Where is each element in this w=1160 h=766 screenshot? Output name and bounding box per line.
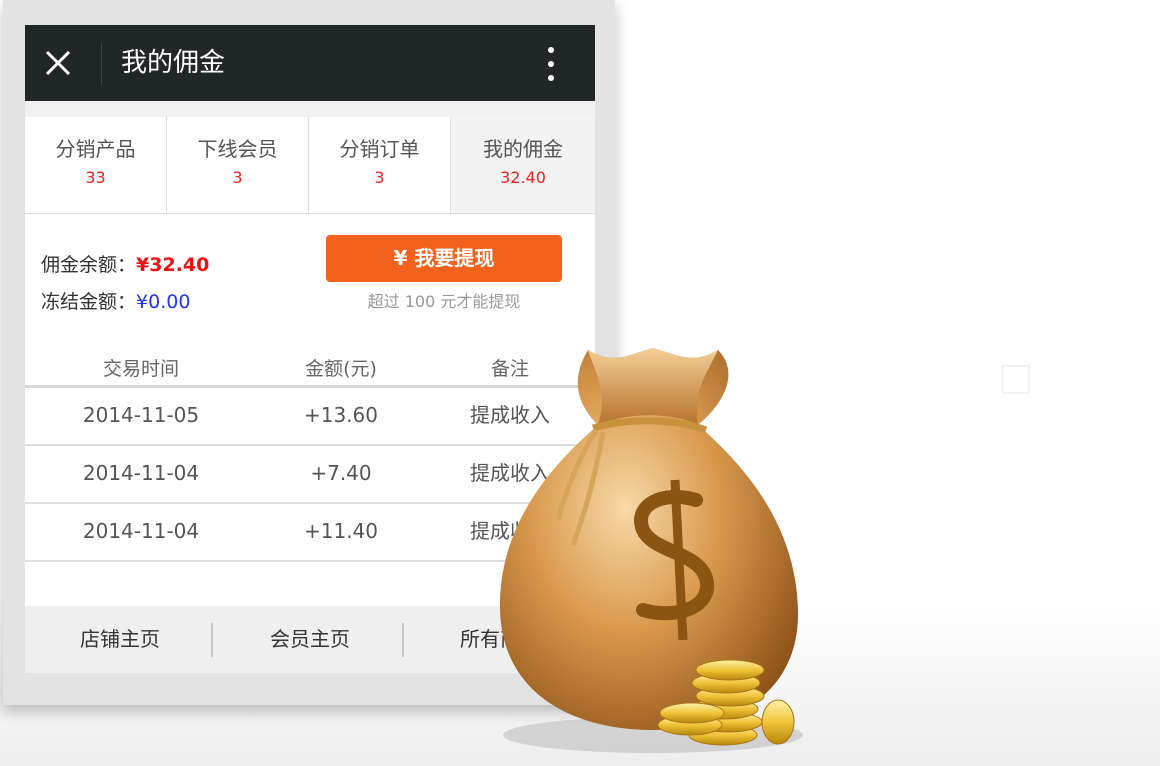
row-amount: +7.40	[310, 461, 372, 485]
nav-divider	[402, 623, 404, 657]
more-dot	[548, 61, 554, 67]
stats-tabs: 分销产品 33 下线会员 3 分销订单 3 我的佣金 32.40	[25, 117, 595, 214]
more-dot	[548, 75, 554, 81]
page-title: 我的佣金	[121, 48, 226, 78]
money-bag-icon	[499, 348, 803, 753]
row-date: 2014-11-05	[82, 403, 200, 427]
title-divider	[101, 43, 102, 85]
tab-products[interactable]: 分销产品 33	[25, 117, 167, 213]
row-amount: +13.60	[303, 403, 378, 427]
row-date: 2014-11-04	[82, 461, 200, 485]
tab-orders[interactable]: 分销订单 3	[309, 117, 451, 213]
available-balance: 佣金余额：¥32.40	[41, 251, 209, 279]
title-bar: 我的佣金	[25, 25, 595, 101]
available-balance-label: 佣金余额：	[41, 254, 137, 276]
row-amount: +11.40	[303, 519, 378, 543]
nav-member-home[interactable]: 会员主页	[215, 606, 405, 673]
tab-label: 我的佣金	[483, 137, 563, 161]
withdraw-note: 超过 100 元才能提现	[367, 292, 521, 311]
spacer	[25, 101, 595, 117]
withdraw-button[interactable]: ¥ 我要提现	[326, 235, 562, 282]
tab-label: 分销订单	[339, 137, 420, 161]
more-button[interactable]	[537, 43, 565, 85]
background-watermark: ☐	[998, 358, 1034, 404]
tab-members[interactable]: 下线会员 3	[167, 117, 309, 213]
frozen-balance-label: 冻结金额：	[41, 291, 137, 313]
row-date: 2014-11-04	[82, 519, 200, 543]
tab-commission[interactable]: 我的佣金 32.40	[451, 117, 595, 213]
nav-divider	[211, 623, 213, 657]
frozen-balance-value: ¥0.00	[136, 291, 191, 313]
header-time: 交易时间	[102, 358, 179, 380]
close-icon	[45, 50, 71, 76]
tab-count: 32.40	[500, 168, 546, 187]
more-vertical-icon	[548, 47, 554, 53]
header-amount: 金额(元)	[305, 358, 377, 380]
tab-count: 3	[374, 168, 385, 187]
tab-count: 33	[85, 168, 106, 187]
tab-label: 下线会员	[197, 137, 278, 161]
tab-count: 3	[232, 168, 243, 187]
available-balance-value: ¥32.40	[136, 254, 210, 276]
tab-label: 分销产品	[55, 137, 136, 161]
nav-shop-home[interactable]: 店铺主页	[25, 606, 215, 673]
close-button[interactable]	[39, 44, 79, 84]
frozen-balance: 冻结金额：¥0.00	[41, 288, 190, 316]
